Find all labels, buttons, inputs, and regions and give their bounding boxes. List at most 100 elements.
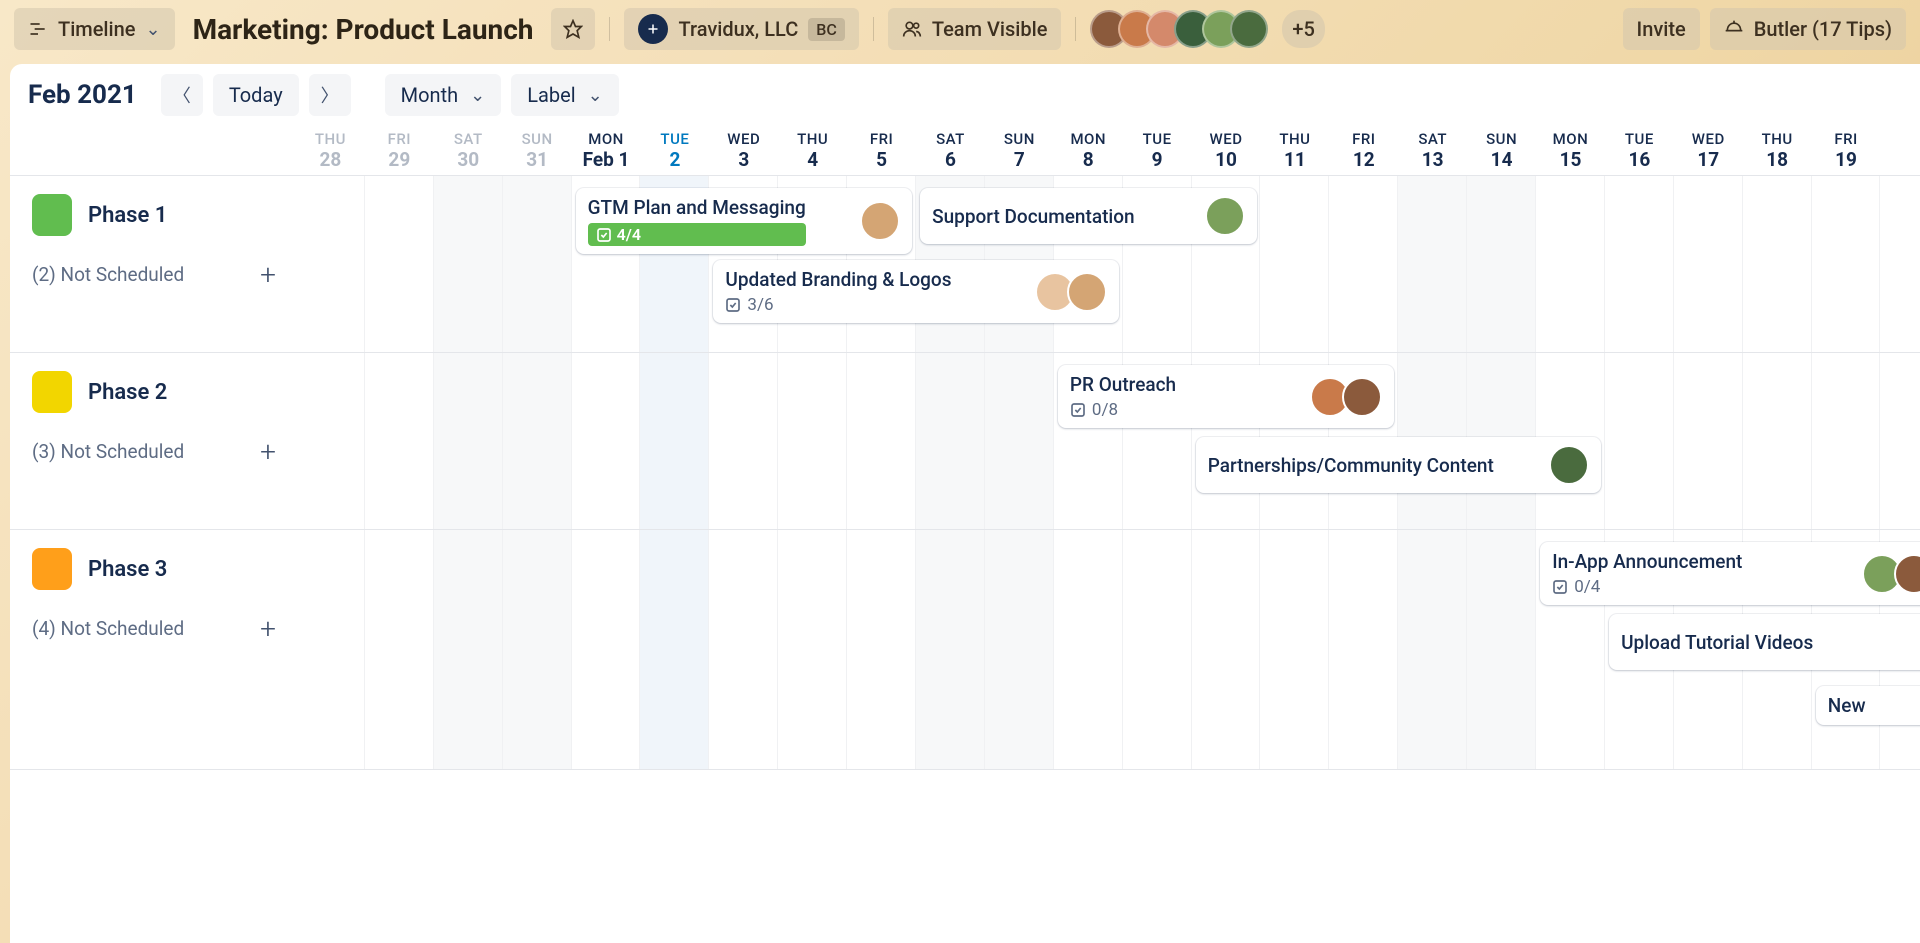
unscheduled-count[interactable]: (2) Not Scheduled — [32, 263, 184, 286]
card-member-avatar — [1067, 272, 1107, 312]
day-column-header: SUN31 — [503, 126, 572, 175]
checklist-badge: 0/4 — [1552, 577, 1742, 597]
lane-header: Phase 2 (3) Not Scheduled + — [10, 353, 296, 529]
card-member-avatar — [1205, 196, 1245, 236]
checklist-badge: 3/6 — [725, 295, 951, 315]
timeline-card[interactable]: Partnerships/Community Content — [1196, 437, 1601, 493]
timeline-toolbar: Feb 2021 〈 Today 〉 Month ⌄ Label ⌄ — [10, 64, 1920, 126]
timeline-card[interactable]: GTM Plan and Messaging 4/4 — [576, 188, 913, 254]
star-icon — [563, 19, 583, 39]
day-column-header: THU28 — [296, 126, 365, 175]
day-column-header: MONFeb 1 — [572, 126, 641, 175]
days-header: THU28FRI29SAT30SUN31MONFeb 1TUE2WED3THU4… — [10, 126, 1920, 176]
today-button[interactable]: Today — [213, 74, 299, 116]
workspace-chip[interactable]: Travidux, LLC BC — [624, 8, 858, 50]
timeline-card[interactable]: New — [1816, 686, 1920, 725]
day-column-header: SAT13 — [1398, 126, 1467, 175]
visibility-button[interactable]: Team Visible — [888, 8, 1062, 50]
card-title: New — [1828, 694, 1866, 717]
view-label: Timeline — [58, 17, 135, 41]
lane-header: Phase 3 (4) Not Scheduled + — [10, 530, 296, 769]
zoom-select[interactable]: Month ⌄ — [385, 74, 502, 116]
card-title: GTM Plan and Messaging — [588, 196, 806, 219]
chevron-down-icon: ⌄ — [588, 85, 603, 106]
day-column-header: THU4 — [778, 126, 847, 175]
timeline-card[interactable]: PR Outreach 0/8 — [1058, 365, 1395, 428]
invite-label: Invite — [1637, 17, 1686, 41]
prev-button[interactable]: 〈 — [161, 74, 203, 116]
workspace-name: Travidux, LLC — [678, 17, 798, 41]
day-column-header: THU11 — [1260, 126, 1329, 175]
board-header: Timeline ⌄ Marketing: Product Launch Tra… — [0, 0, 1920, 58]
next-button[interactable]: 〉 — [309, 74, 351, 116]
timeline-lanes: Phase 1 (2) Not Scheduled + GTM Plan and… — [10, 176, 1920, 770]
member-avatar[interactable] — [1230, 10, 1268, 48]
timeline-card[interactable]: Support Documentation — [920, 188, 1257, 244]
card-member-avatar — [860, 201, 900, 241]
star-button[interactable] — [551, 8, 595, 50]
add-card-button[interactable]: + — [260, 258, 276, 291]
day-column-header: FRI12 — [1329, 126, 1398, 175]
lane-title: Phase 3 — [88, 557, 167, 582]
divider — [1075, 17, 1076, 41]
checklist-badge: 4/4 — [588, 223, 806, 246]
unscheduled-count[interactable]: (3) Not Scheduled — [32, 440, 184, 463]
add-card-button[interactable]: + — [260, 435, 276, 468]
group-select[interactable]: Label ⌄ — [511, 74, 618, 116]
day-column-header: MON8 — [1054, 126, 1123, 175]
card-title: Updated Branding & Logos — [725, 268, 951, 291]
zoom-label: Month — [401, 83, 458, 107]
day-column-header: MON15 — [1536, 126, 1605, 175]
more-members[interactable]: +5 — [1282, 10, 1324, 48]
unscheduled-count[interactable]: (4) Not Scheduled — [32, 617, 184, 640]
checklist-badge: 0/8 — [1070, 400, 1176, 420]
view-switcher[interactable]: Timeline ⌄ — [14, 8, 175, 50]
card-title: Partnerships/Community Content — [1208, 454, 1494, 477]
lane-color-chip — [32, 194, 72, 236]
timeline-lane: Phase 3 (4) Not Scheduled + In-App Annou… — [10, 530, 1920, 770]
chevron-down-icon: ⌄ — [145, 19, 160, 40]
card-member-avatar — [1342, 377, 1382, 417]
day-column-header: FRI5 — [847, 126, 916, 175]
board-title[interactable]: Marketing: Product Launch — [185, 13, 542, 46]
card-member-avatar — [1894, 554, 1920, 594]
butler-label: Butler (17 Tips) — [1754, 17, 1892, 41]
day-column-header: WED17 — [1674, 126, 1743, 175]
lane-color-chip — [32, 548, 72, 590]
day-column-header: TUE9 — [1123, 126, 1192, 175]
lane-title: Phase 2 — [88, 380, 167, 405]
timeline-lane: Phase 2 (3) Not Scheduled + PR Outreach … — [10, 353, 1920, 530]
butler-icon — [1724, 19, 1744, 39]
workspace-badge: BC — [808, 18, 845, 41]
timeline-panel: Feb 2021 〈 Today 〉 Month ⌄ Label ⌄ THU28… — [10, 64, 1920, 943]
chevron-right-icon: 〉 — [321, 82, 339, 108]
member-avatars[interactable] — [1090, 10, 1268, 48]
timeline-icon — [28, 19, 48, 39]
butler-button[interactable]: Butler (17 Tips) — [1710, 8, 1906, 50]
divider — [873, 17, 874, 41]
day-column-header: THU18 — [1743, 126, 1812, 175]
lane-title: Phase 1 — [88, 203, 167, 228]
day-column-header: SAT30 — [434, 126, 503, 175]
today-label: Today — [229, 83, 283, 107]
people-icon — [902, 19, 922, 39]
timeline-card[interactable]: In-App Announcement 0/4 — [1540, 542, 1920, 605]
day-column-header: TUE16 — [1605, 126, 1674, 175]
timeline-card[interactable]: Updated Branding & Logos 3/6 — [713, 260, 1118, 323]
day-column-header: SAT6 — [916, 126, 985, 175]
invite-button[interactable]: Invite — [1623, 8, 1700, 50]
timeline-card[interactable]: Upload Tutorial Videos — [1609, 614, 1920, 670]
card-title: Support Documentation — [932, 205, 1135, 228]
add-card-button[interactable]: + — [260, 612, 276, 645]
card-title: Upload Tutorial Videos — [1621, 631, 1813, 654]
day-column-header: SUN14 — [1467, 126, 1536, 175]
lane-color-chip — [32, 371, 72, 413]
card-title: PR Outreach — [1070, 373, 1176, 396]
day-column-header: SUN7 — [985, 126, 1054, 175]
visibility-label: Team Visible — [932, 17, 1048, 41]
day-column-header: TUE2 — [640, 126, 709, 175]
timeline-lane: Phase 1 (2) Not Scheduled + GTM Plan and… — [10, 176, 1920, 353]
day-column-header: WED3 — [709, 126, 778, 175]
day-column-header: FRI29 — [365, 126, 434, 175]
lane-header: Phase 1 (2) Not Scheduled + — [10, 176, 296, 352]
